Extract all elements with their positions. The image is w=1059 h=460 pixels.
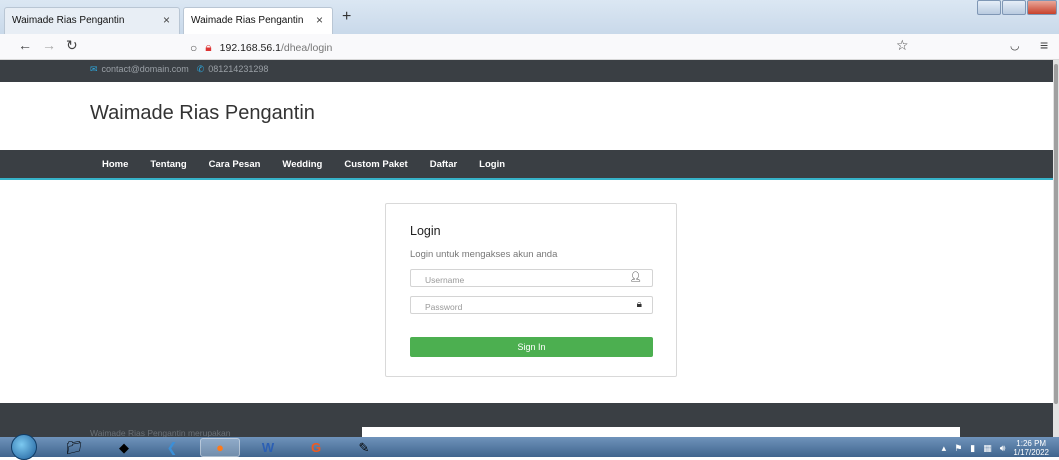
footer-text: Waimade Rias Pengantin merupakan [90, 428, 231, 437]
password-field-wrap: 🔒︎ [410, 296, 653, 315]
nav-item-wedding[interactable]: Wedding [282, 159, 322, 170]
firefox-icon[interactable]: ● [200, 438, 240, 457]
clock-time: 1:26 PM [1016, 439, 1047, 448]
scrollbar-thumb[interactable] [1054, 64, 1058, 404]
word-icon[interactable]: W [248, 438, 288, 457]
sign-in-button[interactable]: Sign In [410, 337, 653, 357]
browser-toolbar: ← → ↻ ○ 🔒︎ 192.168.56.1/dhea/login ☆ ◡ ≡ [0, 34, 1059, 60]
contact-strip: ✉ contact@domain.com ✆ 081214231298 [0, 60, 1053, 82]
browser-tab-bar: Waimade Rias Pengantin × Waimade Rias Pe… [0, 0, 1059, 34]
tray-network-icon[interactable]: ▦ [983, 443, 992, 454]
web-page: ✉ contact@domain.com ✆ 081214231298 Waimad… [0, 60, 1053, 437]
main-nav: Home Tentang Cara Pesan Wedding Custom P… [0, 150, 1053, 180]
tray-arrow-icon[interactable]: ▴ [942, 443, 947, 454]
tab-label: Waimade Rias Pengantin [191, 15, 304, 26]
footer: Waimade Rias Pengantin merupakan [0, 403, 1053, 437]
browser-tab-1[interactable]: Waimade Rias Pengantin × [4, 7, 180, 34]
nav-item-custom-paket[interactable]: Custom Paket [344, 159, 407, 170]
login-subtitle: Login untuk mengakses akun anda [410, 249, 558, 260]
tab-label: Waimade Rias Pengantin [12, 15, 125, 26]
window-controls [976, 0, 1057, 17]
page-scrollbar[interactable] [1053, 60, 1059, 437]
tray-battery-icon[interactable]: ▮ [970, 443, 975, 454]
address-bar[interactable]: ○ 🔒︎ 192.168.56.1/dhea/login [190, 40, 332, 55]
login-title: Login [410, 224, 441, 238]
nav-item-home[interactable]: Home [102, 159, 128, 170]
pocket-icon[interactable]: ◡ [1010, 39, 1020, 52]
contact-phone-wrap: ✆ 081214231298 [197, 64, 269, 82]
explorer-icon[interactable]: 📁︎ [54, 438, 94, 457]
phone-icon: ✆ [196, 64, 205, 74]
username-field-wrap: 👤︎ [410, 269, 653, 288]
paint-icon[interactable]: ✎ [344, 438, 384, 457]
clock[interactable]: 1:26 PM 1/17/2022 [1013, 439, 1049, 457]
back-icon[interactable]: ← [18, 37, 32, 53]
envelope-icon: ✉ [90, 64, 98, 74]
footer-embed [362, 427, 960, 437]
reload-icon[interactable]: ↻ [66, 37, 78, 54]
forward-icon[interactable]: → [42, 37, 56, 53]
nav-item-daftar[interactable]: Daftar [430, 159, 457, 170]
contact-email[interactable]: contact@domain.com [102, 64, 189, 74]
close-tab-icon[interactable]: × [163, 13, 170, 27]
window-close-icon[interactable] [1027, 0, 1057, 15]
new-tab-icon[interactable]: + [342, 8, 351, 26]
username-input[interactable] [411, 272, 631, 288]
login-panel: Login Login untuk mengakses akun anda 👤︎… [385, 203, 677, 377]
shield-icon: ○ [190, 40, 198, 55]
contact-email-wrap: ✉ contact@domain.com [90, 64, 189, 82]
url-path: /dhea/login [280, 41, 333, 54]
nav-item-tentang[interactable]: Tentang [150, 159, 186, 170]
site-brand[interactable]: Waimade Rias Pengantin [0, 82, 1053, 150]
bookmark-star-icon[interactable]: ☆ [896, 37, 909, 54]
tray-volume-icon[interactable]: 🔊︎ [1000, 443, 1006, 454]
windows-orb-icon [11, 434, 37, 460]
maximize-icon[interactable] [1002, 0, 1026, 15]
start-button[interactable] [6, 434, 42, 460]
system-tray: ▴ ⚑ ▮ ▦ 🔊︎ 1:26 PM 1/17/2022 [942, 439, 1049, 457]
windows-taskbar: 📁︎ ◆ ❮ ● W G ✎ ▴ ⚑ ▮ ▦ 🔊︎ 1:26 PM 1/17/2… [0, 434, 1059, 460]
minimize-icon[interactable] [977, 0, 1001, 15]
browser-tab-2[interactable]: Waimade Rias Pengantin × [183, 7, 333, 34]
clock-date: 1/17/2022 [1013, 448, 1049, 457]
tray-flag-icon[interactable]: ⚑ [954, 443, 962, 454]
url-host: 192.168.56.1 [219, 41, 281, 54]
menu-icon[interactable]: ≡ [1040, 37, 1048, 53]
user-icon: 👤︎ [629, 272, 642, 283]
insecure-lock-icon[interactable]: 🔒︎ [205, 40, 211, 55]
nav-item-cara-pesan[interactable]: Cara Pesan [209, 159, 261, 170]
nav-item-login[interactable]: Login [479, 159, 505, 170]
contact-phone: 081214231298 [208, 64, 269, 74]
app-icon[interactable]: ◆ [104, 438, 144, 457]
lock-icon: 🔒︎ [636, 299, 642, 310]
password-input[interactable] [411, 299, 631, 315]
app-orange-icon[interactable]: G [296, 438, 336, 457]
close-tab-icon[interactable]: × [316, 13, 323, 27]
vscode-icon[interactable]: ❮ [152, 438, 192, 457]
